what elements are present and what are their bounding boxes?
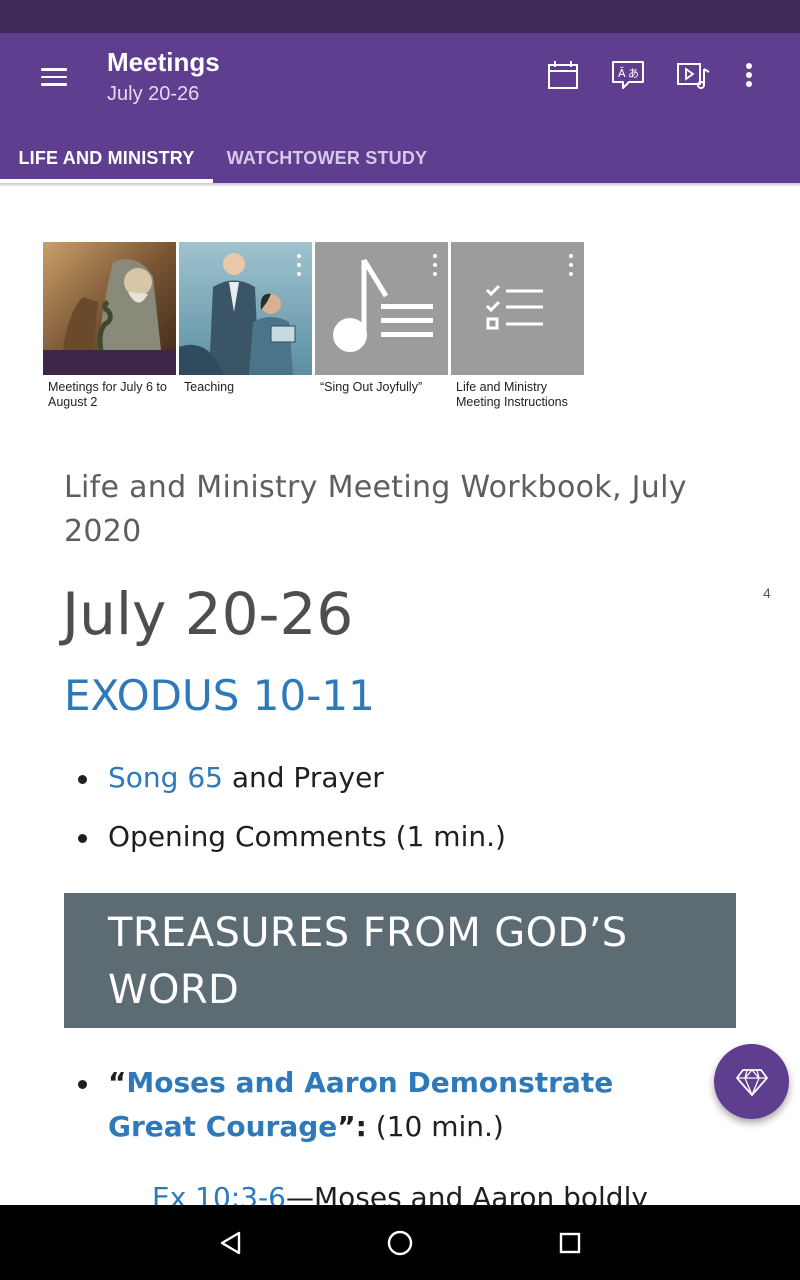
tab-life-and-ministry[interactable]: LIFE AND MINISTRY xyxy=(0,133,213,183)
section-header-line: WORD xyxy=(108,967,240,1013)
status-bar xyxy=(0,0,800,33)
section-header: TREASURES FROM GOD’S WORD xyxy=(64,893,736,1028)
page-number: 4 xyxy=(763,585,771,601)
checklist-icon xyxy=(451,242,584,375)
media-caption: Meetings for July 6 to August 2 xyxy=(48,380,167,409)
scripture-heading-link[interactable]: EXODUS 10-11 xyxy=(64,668,375,724)
more-icon[interactable] xyxy=(432,254,438,276)
more-icon[interactable] xyxy=(568,254,574,276)
quote-mark: ”: xyxy=(337,1110,367,1143)
tab-watchtower-study[interactable]: WATCHTOWER STUDY xyxy=(213,133,441,183)
section-header-line: TREASURES FROM GOD’S xyxy=(108,910,628,956)
svg-text:Ă: Ă xyxy=(618,67,626,80)
week-heading: July 20-26 xyxy=(62,580,354,648)
svg-text:あ: あ xyxy=(628,67,639,80)
media-item[interactable]: Teaching xyxy=(179,242,312,394)
media-item[interactable]: “Sing Out Joyfully” xyxy=(315,242,448,394)
treasure-list: “Moses and Aaron Demonstrate Great Coura… xyxy=(64,1061,704,1149)
tab-shadow xyxy=(0,183,800,187)
gem-icon xyxy=(735,1068,768,1096)
media-caption: Life and Ministry Meeting Instructions xyxy=(456,380,568,409)
more-icon[interactable] xyxy=(729,55,769,95)
media-icon[interactable] xyxy=(673,55,713,95)
music-note-icon xyxy=(315,242,448,375)
gem-button[interactable] xyxy=(714,1044,789,1119)
menu-icon[interactable] xyxy=(26,57,82,97)
home-icon[interactable] xyxy=(382,1225,418,1261)
calendar-icon[interactable] xyxy=(543,55,583,95)
workbook-title: Life and Ministry Meeting Workbook, July… xyxy=(64,470,687,549)
app-bar: Meetings July 20-26 Ă あ LIFE AND MINISTR… xyxy=(0,33,800,183)
recents-icon[interactable] xyxy=(552,1225,588,1261)
list-item: Song 65 and Prayer xyxy=(64,756,744,800)
list-item-text: and Prayer xyxy=(222,761,384,794)
media-item[interactable]: Meetings for July 6 to August 2 xyxy=(43,242,176,409)
list-item: “Moses and Aaron Demonstrate Great Coura… xyxy=(64,1061,704,1149)
song-link[interactable]: Song 65 xyxy=(108,761,223,794)
quote-mark: “ xyxy=(108,1066,127,1099)
back-icon[interactable] xyxy=(212,1225,248,1261)
list-item-text: Opening Comments (1 min.) xyxy=(108,820,506,853)
opening-list: Song 65 and Prayer Opening Comments (1 m… xyxy=(64,756,744,859)
media-thumbnail xyxy=(43,242,176,375)
page-title: Meetings xyxy=(107,47,220,77)
media-thumbnail xyxy=(179,242,312,375)
tab-bar: LIFE AND MINISTRY WATCHTOWER STUDY xyxy=(0,133,800,183)
media-caption: “Sing Out Joyfully” xyxy=(320,380,423,394)
system-nav-bar xyxy=(0,1205,800,1280)
language-icon[interactable]: Ă あ xyxy=(608,55,648,95)
treasure-time: (10 min.) xyxy=(366,1110,504,1143)
media-caption: Teaching xyxy=(184,380,235,394)
more-icon[interactable] xyxy=(296,254,302,276)
media-item[interactable]: Life and Ministry Meeting Instructions xyxy=(451,242,584,409)
page-subtitle: July 20-26 xyxy=(107,83,200,105)
list-item: Opening Comments (1 min.) xyxy=(64,815,744,859)
